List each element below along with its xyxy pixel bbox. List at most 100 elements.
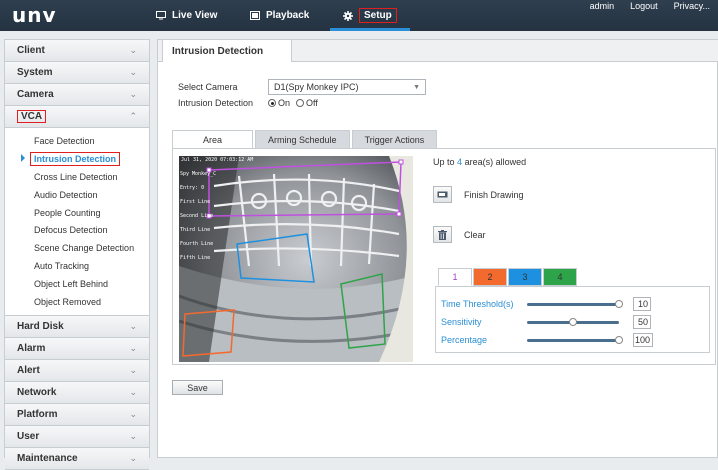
- sidebar-section-label: Hard Disk: [17, 320, 64, 332]
- sidebar-item-audio-detection[interactable]: Audio Detection: [5, 186, 149, 204]
- tab-intrusion-detection[interactable]: Intrusion Detection: [162, 39, 292, 62]
- area-allowed-text: Up to 4 area(s) allowed: [433, 157, 526, 167]
- sidebar-item-label: Defocus Detection: [34, 225, 108, 236]
- monitor-icon: [156, 11, 166, 20]
- user-link[interactable]: admin: [590, 1, 615, 11]
- sidebar-item-defocus-detection[interactable]: Defocus Detection: [5, 221, 149, 239]
- radio-on[interactable]: On: [268, 98, 290, 108]
- osd-line: Fourth Line: [180, 241, 214, 247]
- video-preview[interactable]: Jul 31, 2020 07:03:12 AM Spy Monkey_C En…: [179, 156, 413, 362]
- percentage-input[interactable]: 100: [633, 333, 653, 347]
- chevron-down-icon: ⌄: [129, 452, 137, 463]
- allowed-count: 4: [457, 157, 463, 167]
- chevron-down-icon: ⌄: [129, 45, 137, 55]
- osd-line: Third Line: [180, 227, 211, 233]
- radio-off-icon: [296, 99, 305, 107]
- sidebar-section-vca[interactable]: VCA ⌃: [5, 106, 149, 128]
- clear-button[interactable]: [433, 226, 452, 243]
- nav-live-view[interactable]: Live View: [156, 0, 217, 31]
- chevron-down-icon: ⌄: [129, 386, 137, 397]
- tab-arming-schedule[interactable]: Arming Schedule: [255, 130, 350, 149]
- osd-line: Second Line: [180, 213, 214, 219]
- time-threshold-row: Time Threshold(s) 10: [441, 297, 651, 311]
- finish-drawing-label: Finish Drawing: [464, 189, 524, 200]
- nav-playback[interactable]: Playback: [250, 0, 309, 31]
- clear-row: Clear: [433, 226, 486, 243]
- sidebar-item-label: Object Removed: [34, 296, 102, 307]
- sidebar-section-alarm[interactable]: Alarm ⌄: [5, 337, 149, 360]
- time-threshold-slider[interactable]: [527, 299, 623, 308]
- area-tab-label: 4: [557, 272, 563, 282]
- sidebar-item-people-counting[interactable]: People Counting: [5, 204, 149, 222]
- nav-setup[interactable]: Setup: [343, 0, 397, 31]
- sidebar-item-face-detection[interactable]: Face Detection: [5, 132, 149, 150]
- tab-area[interactable]: Area: [172, 130, 254, 149]
- sidebar-section-client[interactable]: Client ⌄: [5, 40, 149, 62]
- area-tab-3[interactable]: 3: [508, 268, 542, 286]
- sidebar-section-camera[interactable]: Camera ⌄: [5, 84, 149, 106]
- clear-label: Clear: [464, 229, 486, 240]
- privacy-link[interactable]: Privacy...: [674, 1, 710, 11]
- sidebar-section-user[interactable]: User ⌄: [5, 425, 149, 448]
- top-links: admin Logout Privacy...: [590, 1, 710, 11]
- sidebar-section-label: Client: [17, 45, 45, 56]
- slider-thumb[interactable]: [569, 317, 577, 326]
- sensitivity-row: Sensitivity 50: [441, 315, 651, 329]
- area-tab-label: 3: [522, 272, 528, 282]
- sidebar-section-alert[interactable]: Alert ⌄: [5, 359, 149, 382]
- sidebar-item-label: Audio Detection: [34, 189, 98, 200]
- gear-icon: [343, 11, 353, 21]
- percentage-slider[interactable]: [527, 335, 623, 344]
- intrusion-toggle-row: Intrusion Detection On Off: [178, 98, 318, 108]
- sidebar-item-auto-tracking[interactable]: Auto Tracking: [5, 257, 149, 275]
- select-camera-label: Select Camera: [178, 82, 238, 92]
- nav-playback-label: Playback: [266, 10, 310, 21]
- tab-trigger-actions[interactable]: Trigger Actions: [351, 130, 438, 149]
- sidebar-section-maintenance[interactable]: Maintenance ⌄: [5, 447, 149, 470]
- sidebar-section-label: Network: [17, 386, 57, 398]
- dropdown-arrow-icon: ▼: [413, 83, 420, 91]
- slider-thumb[interactable]: [615, 335, 623, 344]
- sidebar-item-scene-change-detection[interactable]: Scene Change Detection: [5, 239, 149, 257]
- sensitivity-slider[interactable]: [527, 317, 619, 326]
- area-tab-1[interactable]: 1: [438, 268, 472, 286]
- vca-submenu: Face Detection Intrusion Detection Cross…: [5, 128, 149, 316]
- trash-icon: [438, 229, 447, 240]
- sidebar-section-platform[interactable]: Platform ⌄: [5, 403, 149, 426]
- sidebar-section-label: Camera: [17, 89, 54, 100]
- chevron-up-icon: ⌃: [129, 111, 137, 121]
- sidebar-section-system[interactable]: System ⌄: [5, 62, 149, 84]
- sidebar-item-object-left-behind[interactable]: Object Left Behind: [5, 275, 149, 293]
- sidebar-section-label: Maintenance: [17, 452, 78, 464]
- radio-on-label: On: [278, 98, 291, 108]
- time-threshold-label: Time Threshold(s): [441, 299, 514, 309]
- sidebar-item-cross-line-detection[interactable]: Cross Line Detection: [5, 168, 149, 186]
- finish-drawing-row: Finish Drawing: [433, 186, 524, 203]
- sensitivity-input[interactable]: 50: [633, 315, 651, 329]
- nav-live-view-label: Live View: [172, 10, 218, 21]
- chevron-down-icon: ⌄: [129, 364, 137, 375]
- page-tab-bar: Intrusion Detection: [158, 39, 718, 62]
- finish-drawing-button[interactable]: [433, 186, 452, 203]
- sidebar-item-object-removed[interactable]: Object Removed: [5, 293, 149, 311]
- chevron-down-icon: ⌄: [129, 89, 137, 99]
- select-camera-dropdown[interactable]: D1(Spy Monkey IPC) ▼: [268, 79, 426, 95]
- osd-line: Fifth Line: [180, 255, 211, 261]
- save-button[interactable]: Save: [172, 380, 223, 395]
- radio-off[interactable]: Off: [296, 98, 318, 108]
- osd-line: First Line: [180, 199, 211, 205]
- sidebar-section-network[interactable]: Network ⌄: [5, 381, 149, 404]
- area-tab-4[interactable]: 4: [543, 268, 577, 286]
- osd-line: Spy Monkey_C: [180, 171, 217, 177]
- logout-link[interactable]: Logout: [630, 1, 658, 11]
- sub-tab-bar: Area Arming Schedule Trigger Actions: [172, 130, 438, 149]
- allowed-prefix: Up to: [433, 157, 455, 167]
- sidebar-section-hard-disk[interactable]: Hard Disk ⌄: [5, 315, 149, 338]
- chevron-down-icon: ⌄: [129, 320, 137, 331]
- slider-thumb[interactable]: [615, 299, 623, 308]
- film-icon: [250, 11, 260, 20]
- sidebar-item-label: Object Left Behind: [34, 279, 109, 290]
- area-tab-2[interactable]: 2: [473, 268, 507, 286]
- sidebar-item-intrusion-detection[interactable]: Intrusion Detection: [5, 150, 149, 168]
- time-threshold-input[interactable]: 10: [633, 297, 651, 311]
